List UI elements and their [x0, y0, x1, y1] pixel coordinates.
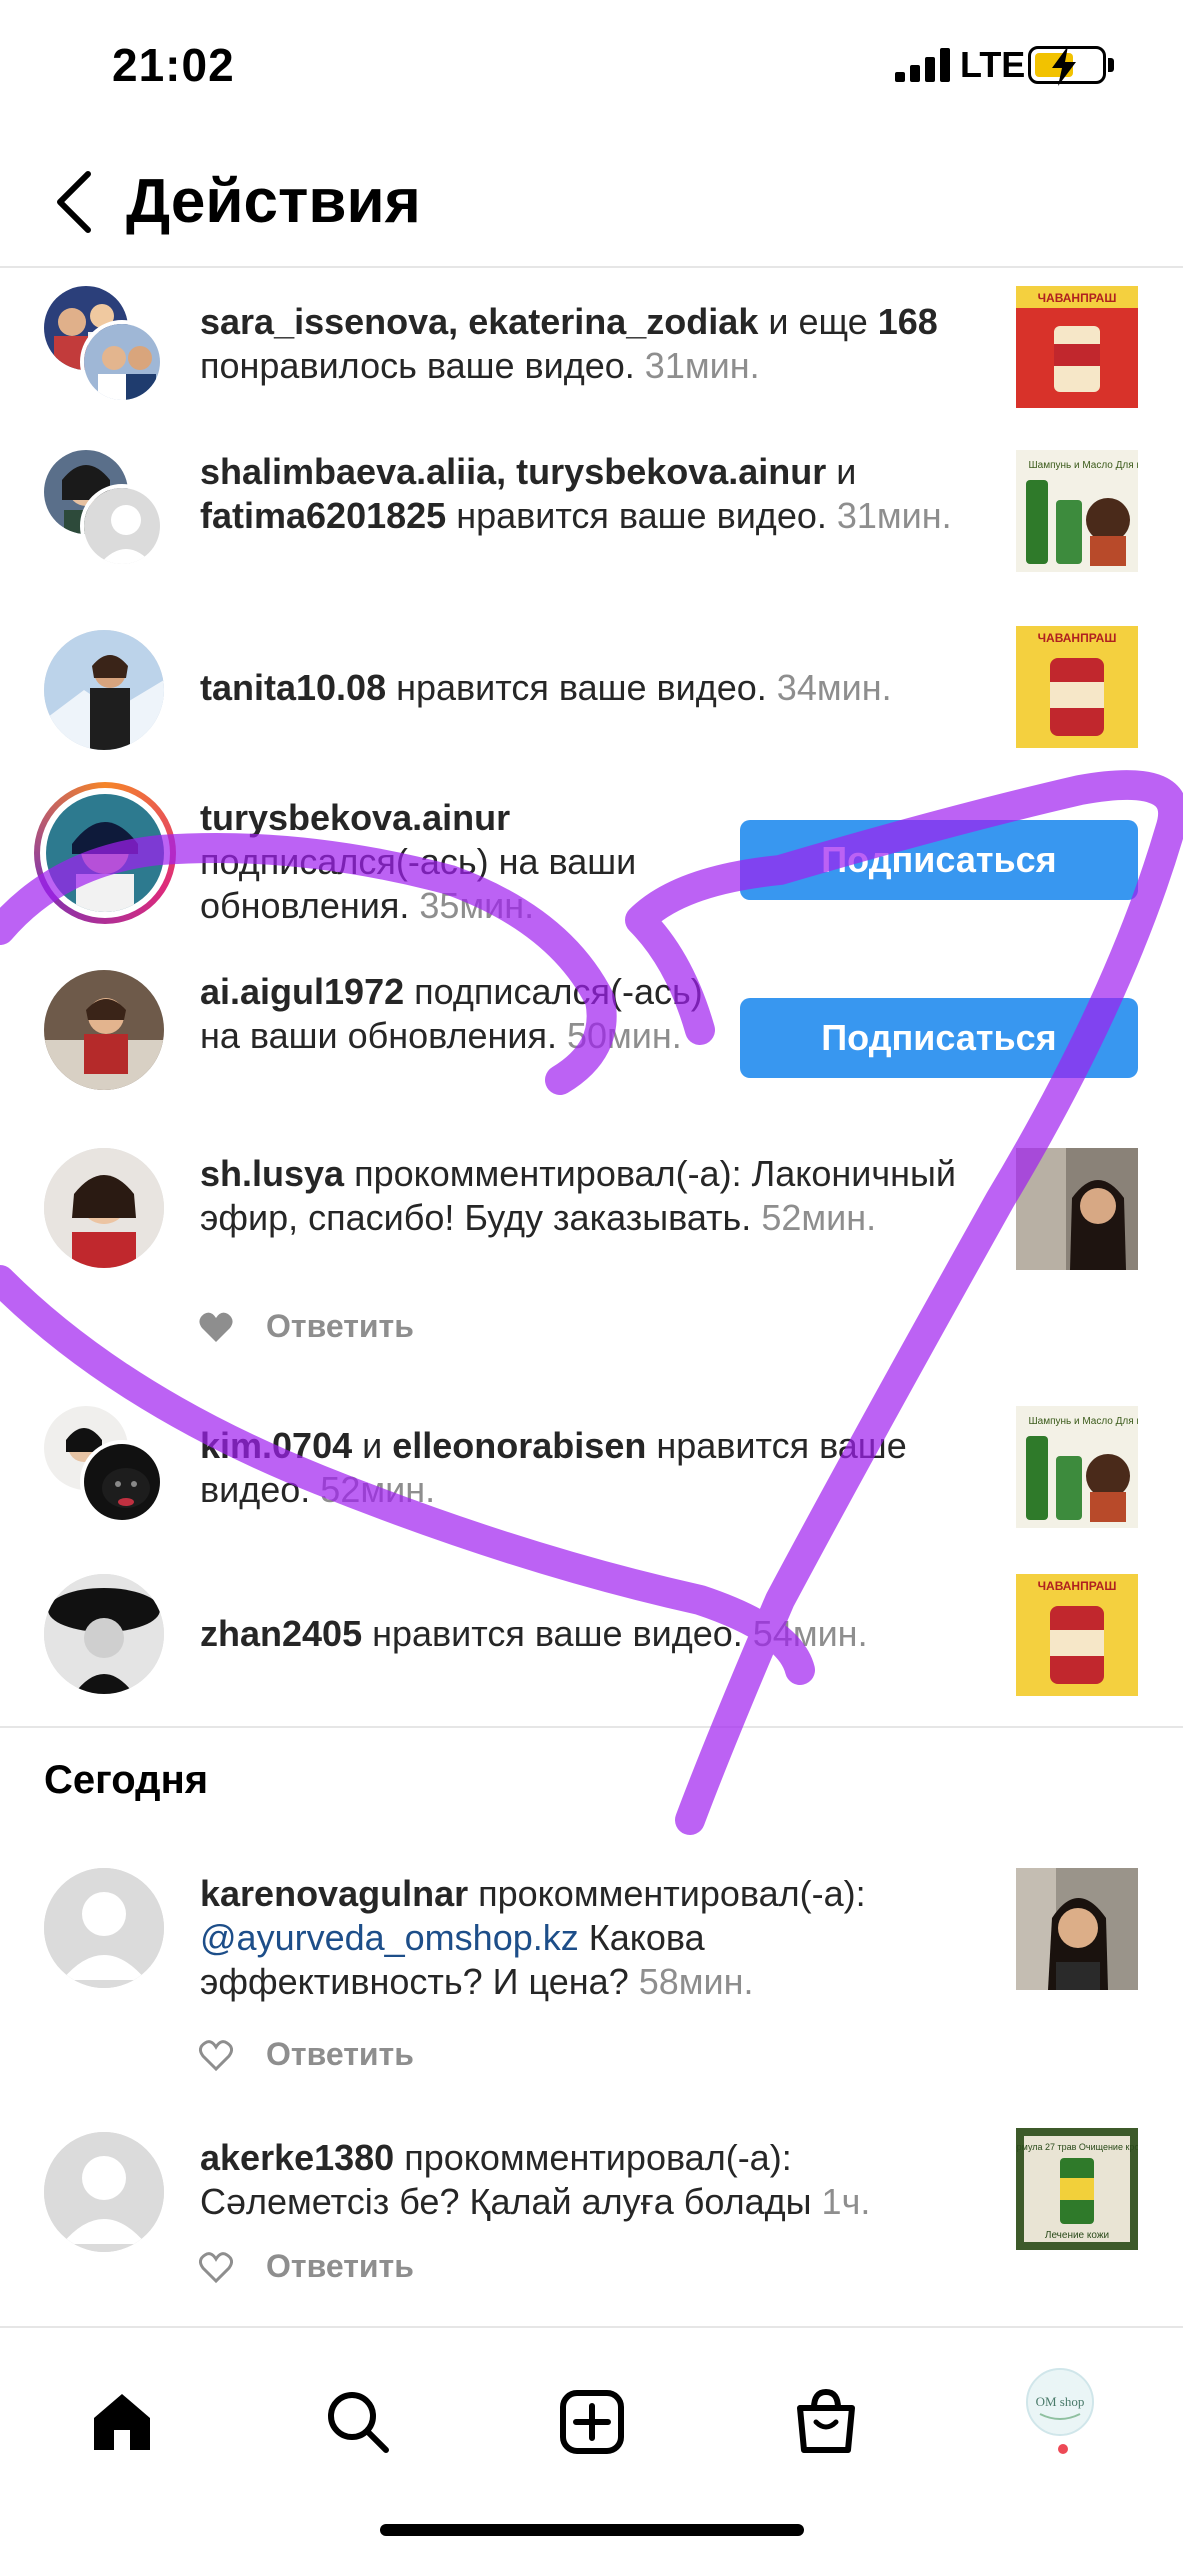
new-post-icon[interactable] — [558, 2388, 626, 2456]
activity-row[interactable]: karenovagulnar прокомментировал(-а): @ay… — [0, 1868, 1183, 2088]
network-label: LTE — [960, 44, 1026, 85]
shop-icon[interactable] — [792, 2388, 860, 2456]
avatar[interactable] — [44, 1148, 164, 1268]
svg-text:Шампунь и Масло Для волос: Шампунь и Масло Для волос — [1028, 1416, 1138, 1427]
svg-text:Лечение кожи: Лечение кожи — [1045, 2230, 1109, 2241]
heart-outline-icon[interactable] — [198, 2038, 234, 2072]
home-indicator[interactable] — [380, 2524, 804, 2536]
post-thumbnail[interactable]: Шампунь и Масло Для волос — [1016, 1406, 1138, 1528]
svg-text:Формула 27 трав Очищение крови: Формула 27 трав Очищение крови — [1016, 2142, 1138, 2152]
mention-link[interactable]: @ayurveda_omshop.kz — [200, 1917, 579, 1958]
activity-row[interactable]: turysbekova.ainur подписался(-ась) на ва… — [0, 782, 1183, 932]
search-icon[interactable] — [324, 2388, 392, 2456]
activity-row[interactable]: shalimbaeva.aliia, turysbekova.ainur и f… — [0, 440, 1183, 600]
activity-row[interactable]: ai.aigul1972 подписался(-ась) на ваши об… — [0, 960, 1183, 1110]
activity-text: turysbekova.ainur подписался(-ась) на ва… — [200, 797, 637, 926]
svg-text:ЧАВАНПРАШ: ЧАВАНПРАШ — [1038, 1579, 1117, 1593]
activity-text: sara_issenova, ekaterina_zodiak и еще 16… — [200, 301, 938, 386]
activity-text: karenovagulnar прокомментировал(-а): @ay… — [200, 1873, 866, 2002]
header: Действия — [0, 130, 1183, 268]
avatar[interactable] — [34, 782, 176, 924]
status-bar: 21:02 LTE — [0, 0, 1183, 130]
post-thumbnail[interactable]: Шампунь и Масло Для волос — [1016, 450, 1138, 572]
post-thumbnail[interactable]: ЧАВАНПРАШ — [1016, 286, 1138, 408]
section-divider — [0, 1726, 1183, 1728]
post-thumbnail[interactable] — [1016, 1148, 1138, 1270]
comment-actions: Ответить — [198, 2036, 498, 2076]
activity-row[interactable]: kim.0704 и elleonorabisen нравится ваше … — [0, 1396, 1183, 1546]
post-thumbnail[interactable] — [1016, 1868, 1138, 1990]
signal-icon — [895, 48, 950, 82]
back-chevron-icon[interactable] — [52, 170, 96, 234]
svg-text:Шампунь и Масло Для волос: Шампунь и Масло Для волос — [1028, 460, 1138, 471]
svg-text:OM shop: OM shop — [1036, 2394, 1085, 2409]
avatar[interactable] — [44, 970, 164, 1090]
avatar[interactable] — [44, 630, 164, 750]
post-thumbnail[interactable]: ЧАВАНПРАШ — [1016, 1574, 1138, 1696]
activity-row[interactable]: tanita10.08 нравится ваше видео. 34мин. … — [0, 620, 1183, 760]
section-title-today: Сегодня — [44, 1758, 209, 1802]
svg-text:ЧАВАНПРАШ: ЧАВАНПРАШ — [1038, 291, 1117, 305]
avatar[interactable] — [44, 1574, 164, 1694]
page-title: Действия — [126, 167, 421, 236]
activity-text: shalimbaeva.aliia, turysbekova.ainur и f… — [200, 451, 952, 536]
avatar[interactable] — [44, 2132, 164, 2252]
follow-button[interactable]: Подписаться — [740, 820, 1138, 900]
notification-dot — [1058, 2444, 1068, 2454]
status-time: 21:02 — [112, 39, 235, 91]
activity-row[interactable]: zhan2405 нравится ваше видео. 54мин. ЧАВ… — [0, 1564, 1183, 1704]
heart-outline-icon[interactable] — [198, 2250, 234, 2284]
post-thumbnail[interactable]: Формула 27 трав Очищение крови Лечение ко… — [1016, 2128, 1138, 2250]
heart-filled-icon[interactable] — [198, 1310, 234, 1344]
activity-text: akerke1380 прокомментировал(-а): Сәлемет… — [200, 2137, 871, 2222]
follow-button[interactable]: Подписаться — [740, 998, 1138, 1078]
reply-button[interactable]: Ответить — [266, 2036, 414, 2073]
tab-bar: OM shop — [0, 2326, 1183, 2560]
comment-actions: Ответить — [198, 2248, 498, 2288]
activity-text: sh.lusya прокомментировал(-а): Лаконичны… — [200, 1153, 957, 1238]
avatar[interactable] — [80, 320, 164, 404]
activity-text: kim.0704 и elleonorabisen нравится ваше … — [200, 1425, 907, 1510]
activity-row[interactable]: sara_issenova, ekaterina_zodiak и еще 16… — [0, 280, 1183, 420]
avatar[interactable] — [80, 484, 164, 568]
activity-row[interactable]: sh.lusya прокомментировал(-а): Лаконичны… — [0, 1140, 1183, 1360]
activity-text: tanita10.08 нравится ваше видео. 34мин. — [200, 667, 892, 708]
activity-text: zhan2405 нравится ваше видео. 54мин. — [200, 1613, 868, 1654]
avatar[interactable] — [44, 1868, 164, 1988]
activity-row[interactable]: akerke1380 прокомментировал(-а): Сәлемет… — [0, 2128, 1183, 2318]
reply-button[interactable]: Ответить — [266, 2248, 414, 2285]
reply-button[interactable]: Ответить — [266, 1308, 414, 1345]
svg-text:ЧАВАНПРАШ: ЧАВАНПРАШ — [1038, 631, 1117, 645]
post-thumbnail[interactable]: ЧАВАНПРАШ — [1016, 626, 1138, 748]
profile-avatar-tab[interactable]: OM shop — [1026, 2368, 1094, 2436]
avatar[interactable] — [80, 1440, 164, 1524]
activity-text: ai.aigul1972 подписался(-ась) на ваши об… — [200, 971, 703, 1056]
comment-actions: Ответить — [198, 1308, 498, 1348]
home-icon[interactable] — [88, 2388, 156, 2456]
charging-bolt-icon — [1052, 46, 1076, 86]
